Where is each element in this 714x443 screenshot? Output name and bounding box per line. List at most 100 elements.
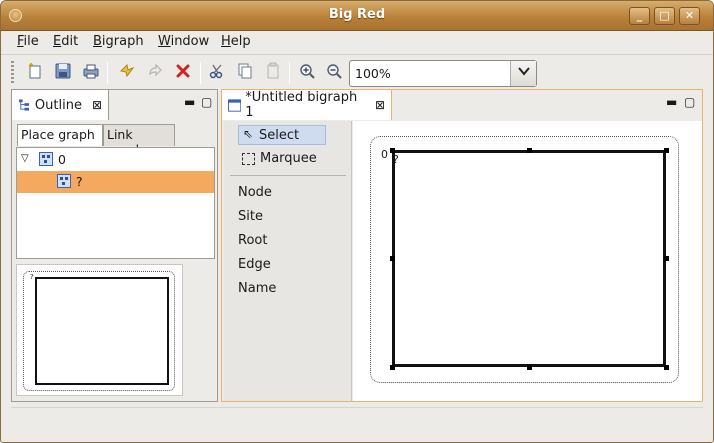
outline-view: Outline ⊠ ▬ ▢ Place graph Link graph ▽ 0… bbox=[11, 89, 218, 402]
menu-window-mnemonic: W bbox=[158, 34, 171, 49]
root-label: 0 bbox=[381, 148, 388, 161]
outline-tab[interactable]: Outline ⊠ bbox=[12, 90, 109, 120]
preview-node bbox=[35, 277, 169, 385]
palette-tool-label: Select bbox=[259, 128, 300, 143]
root-node-icon bbox=[39, 152, 53, 166]
menu-help-label: elp bbox=[230, 34, 251, 49]
resize-handle[interactable] bbox=[664, 365, 669, 370]
outline-tabbar: Outline ⊠ ▬ ▢ bbox=[12, 90, 217, 120]
menu-window-label: indow bbox=[170, 34, 210, 49]
tree-row-label: ? bbox=[76, 174, 83, 189]
diagram-canvas[interactable]: 0 ? bbox=[353, 121, 702, 401]
close-button[interactable]: ✕ bbox=[679, 7, 700, 25]
editor-tabbar: *Untitled bigraph 1 ⊠ ▬ ▢ bbox=[222, 90, 702, 120]
tree-row-label: 0 bbox=[58, 152, 66, 167]
cursor-arrow-icon: ⇖ bbox=[243, 127, 254, 141]
close-icon[interactable]: ⊠ bbox=[375, 98, 385, 112]
menu-bigraph-label: igraph bbox=[101, 34, 144, 49]
copy-icon[interactable] bbox=[235, 62, 255, 82]
tree-row[interactable]: ? bbox=[17, 171, 214, 193]
palette-item-site[interactable]: Site bbox=[238, 209, 263, 224]
menu-help-mnemonic: H bbox=[221, 34, 231, 49]
resize-handle[interactable] bbox=[390, 365, 395, 370]
menu-bigraph-mnemonic: B bbox=[93, 34, 102, 49]
toolbar-separator bbox=[107, 62, 108, 84]
palette-divider bbox=[230, 175, 346, 176]
tab-link-graph[interactable]: Link graph bbox=[103, 124, 175, 157]
zoom-combo[interactable]: 100% bbox=[349, 60, 537, 87]
outline-preview[interactable]: ? bbox=[16, 264, 183, 396]
print-icon[interactable] bbox=[81, 62, 101, 82]
outline-tree: ▽ 0 ? bbox=[16, 147, 215, 259]
menu-help[interactable]: Help bbox=[221, 34, 251, 49]
zoom-dropdown-button[interactable] bbox=[510, 61, 536, 86]
palette-tool-select[interactable]: ⇖ Select bbox=[238, 125, 326, 145]
preview-node-label: ? bbox=[30, 273, 34, 281]
resize-handle[interactable] bbox=[664, 256, 669, 261]
editor-tab-title: *Untitled bigraph 1 bbox=[245, 90, 358, 120]
title-bar[interactable]: Big Red _ □ ✕ bbox=[1, 1, 713, 31]
save-icon[interactable] bbox=[53, 62, 73, 82]
minimize-view-icon[interactable]: ▬ bbox=[666, 95, 677, 109]
resize-handle[interactable] bbox=[527, 148, 532, 153]
tree-row[interactable]: ▽ 0 bbox=[17, 149, 214, 171]
palette-tool-marquee[interactable]: Marquee bbox=[238, 149, 326, 169]
menu-file[interactable]: File bbox=[17, 34, 39, 49]
palette-item-root[interactable]: Root bbox=[238, 233, 267, 248]
delete-icon[interactable] bbox=[173, 62, 193, 82]
paste-icon[interactable] bbox=[263, 62, 283, 82]
outline-title: Outline bbox=[34, 97, 82, 113]
menu-edit[interactable]: Edit bbox=[53, 34, 78, 49]
redo-icon[interactable] bbox=[145, 62, 165, 82]
zoom-out-icon[interactable] bbox=[324, 62, 344, 82]
menu-file-label: ile bbox=[23, 34, 39, 49]
tab-place-graph[interactable]: Place graph bbox=[17, 124, 103, 146]
undo-icon[interactable] bbox=[117, 62, 137, 82]
resize-handle[interactable] bbox=[390, 148, 395, 153]
palette-item-node[interactable]: Node bbox=[238, 185, 272, 200]
minimize-icon: _ bbox=[636, 9, 643, 22]
node-icon bbox=[57, 174, 71, 188]
palette: ⇖ Select Marquee Node Site Root Edge Nam… bbox=[224, 121, 352, 401]
minimize-view-icon[interactable]: ▬ bbox=[184, 95, 195, 109]
palette-item-edge[interactable]: Edge bbox=[238, 257, 271, 272]
menu-edit-label: dit bbox=[61, 34, 79, 49]
zoom-value[interactable]: 100% bbox=[355, 66, 391, 81]
menu-bar: File Edit Bigraph Window Help bbox=[1, 31, 713, 53]
status-bar bbox=[11, 407, 703, 433]
node-label: ? bbox=[393, 153, 399, 166]
outline-icon bbox=[18, 99, 30, 111]
zoom-in-icon[interactable] bbox=[297, 62, 317, 82]
marquee-icon bbox=[242, 153, 255, 165]
palette-item-name[interactable]: Name bbox=[238, 281, 276, 296]
window-title: Big Red bbox=[328, 7, 386, 22]
main-toolbar: 100% bbox=[1, 54, 713, 88]
toolbar-separator bbox=[200, 62, 201, 84]
toolbar-separator bbox=[289, 62, 290, 84]
expand-triangle-icon[interactable]: ▽ bbox=[21, 153, 29, 164]
close-icon[interactable]: ⊠ bbox=[92, 98, 102, 112]
menu-bigraph[interactable]: Bigraph bbox=[93, 34, 144, 49]
maximize-view-icon[interactable]: ▢ bbox=[684, 95, 695, 109]
resize-handle[interactable] bbox=[390, 256, 395, 261]
tab-place-graph-label: Place graph bbox=[21, 127, 95, 142]
editor-view: *Untitled bigraph 1 ⊠ ▬ ▢ ⇖ Select Marqu… bbox=[221, 89, 703, 402]
close-icon: ✕ bbox=[684, 9, 695, 22]
new-icon[interactable] bbox=[25, 62, 45, 82]
editor-file-icon bbox=[228, 98, 242, 112]
application-window: Big Red _ □ ✕ File Edit Bigraph Window H… bbox=[0, 0, 714, 443]
minimize-button[interactable]: _ bbox=[629, 7, 650, 25]
palette-tool-label: Marquee bbox=[260, 151, 317, 166]
maximize-button[interactable]: □ bbox=[654, 7, 675, 25]
resize-handle[interactable] bbox=[664, 148, 669, 153]
editor-tab[interactable]: *Untitled bigraph 1 ⊠ bbox=[222, 90, 392, 120]
cut-icon[interactable] bbox=[207, 62, 227, 82]
maximize-icon: □ bbox=[659, 9, 670, 22]
node-shape[interactable] bbox=[392, 150, 666, 367]
toolbar-grip[interactable] bbox=[11, 61, 14, 83]
resize-handle[interactable] bbox=[527, 365, 532, 370]
menu-edit-mnemonic: E bbox=[53, 34, 62, 49]
menu-window[interactable]: Window bbox=[158, 34, 209, 49]
maximize-view-icon[interactable]: ▢ bbox=[201, 95, 212, 109]
chevron-down-icon bbox=[517, 67, 530, 76]
